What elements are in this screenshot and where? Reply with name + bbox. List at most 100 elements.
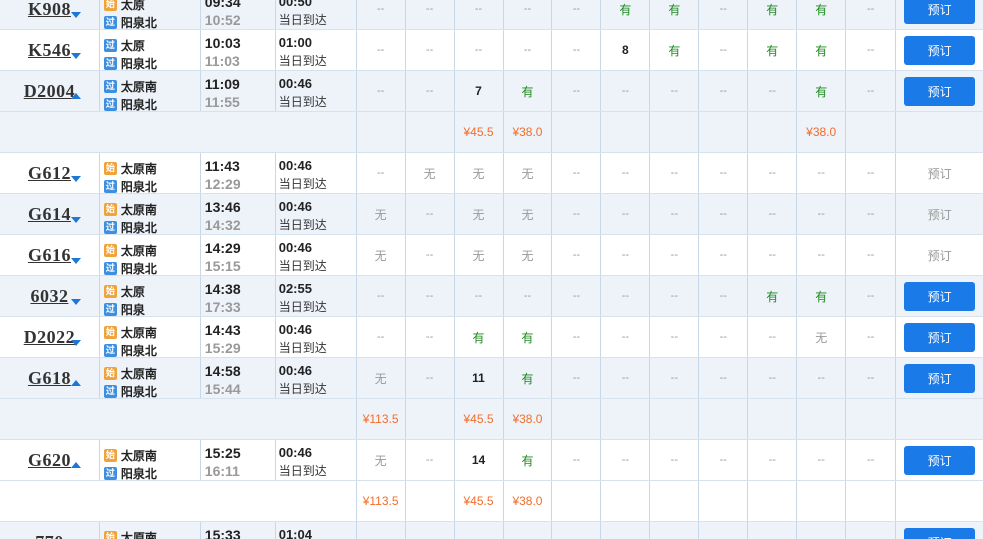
book-button[interactable]: 预订 [904,445,976,475]
arrival-day: 当日到达 [278,464,327,478]
train-number-link[interactable]: K546 [28,40,71,61]
seat-availability-cell[interactable]: 有 [797,0,847,29]
book-button[interactable]: 预订 [904,363,976,393]
to-station-name[interactable]: 阳泉北 [121,260,157,277]
book-button[interactable]: 预订 [904,527,976,539]
seat-availability-cell[interactable]: 有 [797,71,847,111]
seat-availability-cell[interactable]: 有 [748,30,798,70]
train-number-link[interactable]: G616 [28,245,71,266]
seat-availability-cell[interactable]: 14 [455,440,504,480]
from-station-name[interactable]: 太原南 [121,365,157,382]
to-station-name[interactable]: 阳泉北 [121,383,157,400]
seat-availability-cell[interactable]: 7 [455,71,504,111]
seat-availability-cell: -- [455,522,504,539]
train-number-cell[interactable]: G612 [0,153,100,193]
collapse-caret-icon[interactable] [70,93,81,99]
from-station-name[interactable]: 太原南 [121,529,157,539]
from-station-name[interactable]: 太原南 [121,242,157,259]
train-number-cell[interactable]: K546 [0,30,100,70]
book-button[interactable]: 预订 [904,76,976,106]
seat-availability: -- [425,454,434,466]
to-station-name[interactable]: 阳泉北 [121,465,157,482]
train-number-link[interactable]: D2004 [24,81,76,102]
expand-caret-icon[interactable] [70,53,81,59]
times-cell: 14:58 15:44 [201,358,276,398]
seat-availability: -- [719,44,727,56]
train-number-cell[interactable]: D2004 [0,71,100,111]
train-number-cell[interactable]: 6032 [0,276,100,316]
from-station-name[interactable]: 太原 [121,37,145,54]
collapse-caret-icon[interactable] [70,462,81,468]
train-number-link[interactable]: 770 [35,532,64,539]
train-number-cell[interactable]: G620 [0,440,100,480]
seat-availability-cell: 无 [455,235,504,275]
train-number-cell[interactable]: G616 [0,235,100,275]
collapse-caret-icon[interactable] [70,380,81,386]
price-cell [601,481,651,521]
from-station-name[interactable]: 太原南 [121,447,157,464]
from-station-name[interactable]: 太原 [121,0,145,13]
train-number-link[interactable]: D2022 [24,327,76,348]
train-number-link[interactable]: G614 [28,204,71,225]
seat-availability: -- [817,208,825,220]
book-button[interactable]: 预订 [904,0,976,24]
to-station-name[interactable]: 阳泉北 [121,96,157,113]
seat-availability-cell[interactable]: 有 [455,317,504,357]
expand-caret-icon[interactable] [70,176,81,182]
price-cell: ¥38.0 [504,112,553,152]
from-station: 始太原南 [103,200,200,218]
book-button[interactable]: 预订 [904,281,976,311]
train-number-cell[interactable]: G614 [0,194,100,234]
seat-availability-cell[interactable]: 有 [601,0,651,29]
seat-availability-cell[interactable]: 有 [797,30,847,70]
action-cell: 预订 [896,358,983,398]
seat-availability-cell[interactable]: 有 [797,276,847,316]
from-station-name[interactable]: 太原南 [121,201,157,218]
book-button[interactable]: 预订 [904,35,976,65]
seat-availability-cell: -- [699,317,749,357]
seat-availability-cell[interactable]: 有 [748,0,798,29]
expand-caret-icon[interactable] [70,299,81,305]
seat-availability: -- [474,44,483,56]
train-number-link[interactable]: G620 [28,450,71,471]
to-station-name[interactable]: 阳泉北 [121,342,157,359]
arrival-time: 12:29 [204,176,241,192]
seat-availability: -- [572,331,581,343]
seat-availability-cell[interactable]: 8 [601,30,651,70]
seat-availability-cell[interactable]: 有 [504,317,553,357]
from-station-name[interactable]: 太原 [121,283,145,300]
expand-caret-icon[interactable] [70,258,81,264]
train-number-link[interactable]: G618 [28,368,71,389]
from-station-name[interactable]: 太原南 [121,78,157,95]
seat-availability-cell[interactable]: 有 [650,0,700,29]
seat-availability-cell[interactable]: 有 [504,358,553,398]
train-number-link[interactable]: G612 [28,163,71,184]
seat-availability-cell[interactable]: 有 [504,440,553,480]
from-station-name[interactable]: 太原南 [121,160,157,177]
to-station-name[interactable]: 阳泉北 [121,55,157,72]
train-number-cell[interactable]: K908 [0,0,100,29]
train-number-cell[interactable]: G618 [0,358,100,398]
book-button[interactable]: 预订 [904,322,976,352]
train-number-cell[interactable]: 770 [0,522,100,539]
to-station-name[interactable]: 阳泉北 [121,219,157,236]
expand-caret-icon[interactable] [70,217,81,223]
to-station-name[interactable]: 阳泉北 [121,178,157,195]
to-station-name[interactable]: 阳泉北 [121,14,157,31]
seat-availability-cell: -- [406,30,455,70]
seat-availability-cell[interactable]: 有 [650,30,700,70]
train-number-link[interactable]: 6032 [30,286,68,307]
seat-availability-cell[interactable]: 11 [455,358,504,398]
seat-availability-cell: -- [797,194,847,234]
to-station-name[interactable]: 阳泉 [121,301,145,318]
seat-availability-cell[interactable]: 有 [504,71,553,111]
train-number-link[interactable]: K908 [28,0,71,20]
price-cell [552,399,602,439]
seat-availability-cell[interactable]: 有 [748,276,798,316]
expand-caret-icon[interactable] [70,340,81,346]
expand-caret-icon[interactable] [70,12,81,18]
seat-availability-cell: -- [846,30,897,70]
train-number-cell[interactable]: D2022 [0,317,100,357]
from-station-name[interactable]: 太原南 [121,324,157,341]
seat-availability-cell: -- [552,235,602,275]
